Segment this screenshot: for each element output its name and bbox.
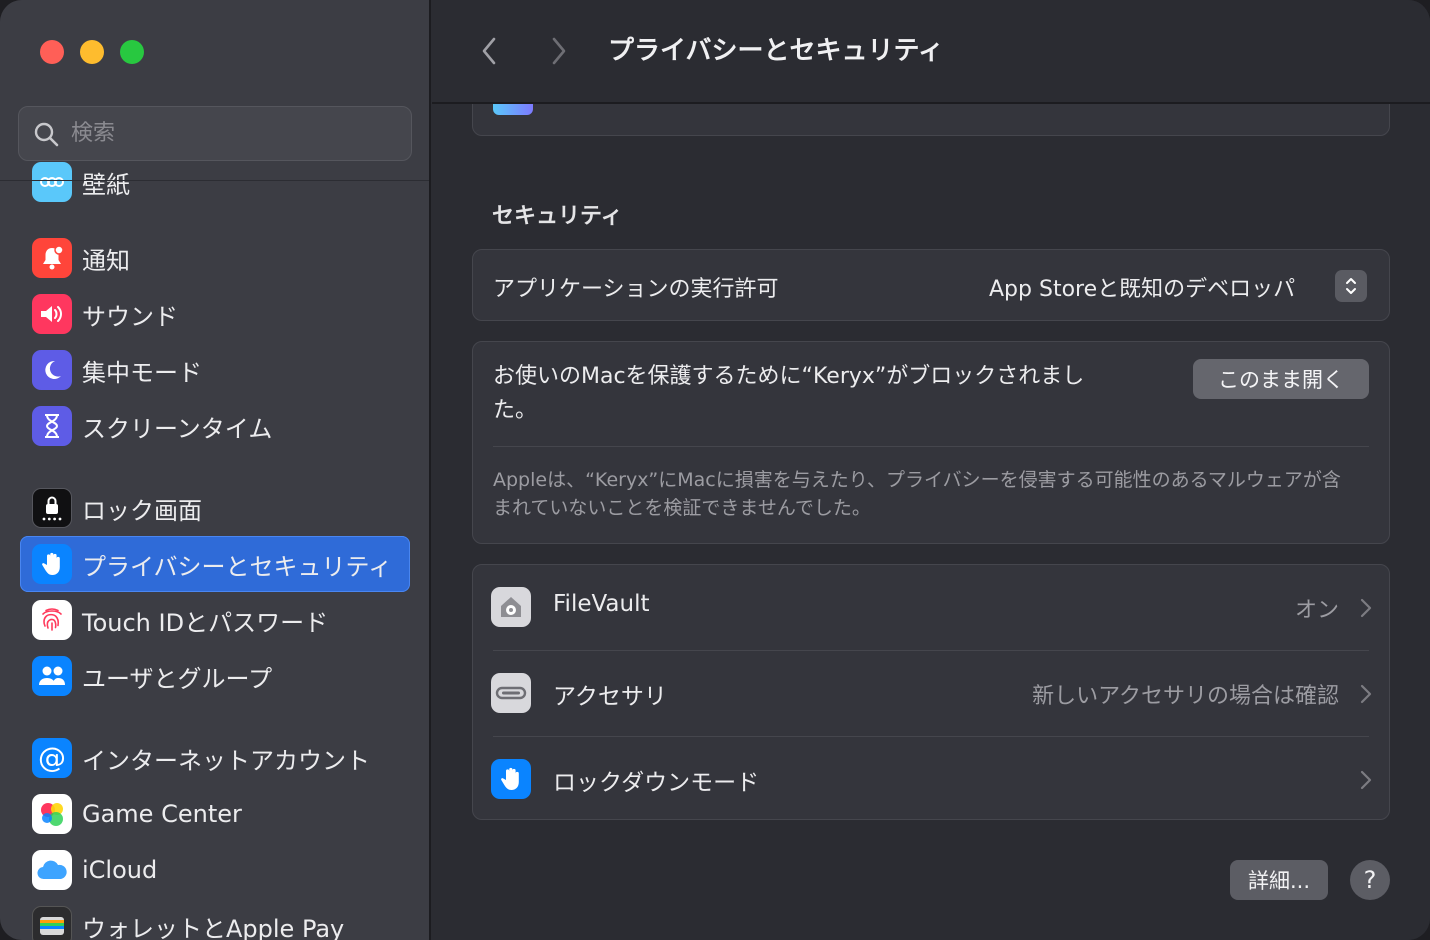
search-icon [34, 122, 59, 146]
sidebar-item-sound[interactable]: サウンド [20, 286, 410, 342]
wallet-icon [32, 906, 72, 940]
sidebar-item-privacy-security[interactable]: プライバシーとセキュリティ [20, 536, 410, 592]
divider [493, 446, 1369, 447]
lockdown-mode-row[interactable]: ロックダウンモード [473, 737, 1389, 819]
at-icon: @ [32, 738, 72, 778]
sidebar-item-wallpaper[interactable]: 壁紙 [20, 154, 410, 210]
sidebar-item-internet-accounts[interactable]: @ インターネットアカウント [20, 730, 410, 786]
sidebar-item-users-groups[interactable]: ユーザとグループ [20, 648, 410, 704]
lock-icon [32, 488, 72, 528]
filevault-label: FileVault [553, 591, 650, 617]
page-title: プライバシーとセキュリティ [608, 36, 944, 66]
forward-button[interactable] [544, 34, 574, 68]
sidebar: 壁紙 通知 サウンド [0, 0, 431, 940]
sidebar-item-lock-screen[interactable]: ロック画面 [20, 480, 410, 536]
sidebar-item-icloud[interactable]: iCloud [20, 842, 410, 898]
details-button[interactable]: 詳細... [1230, 860, 1328, 900]
hourglass-icon [32, 406, 72, 446]
sidebar-item-touch-id[interactable]: Touch IDとパスワード [20, 592, 410, 648]
users-icon [32, 656, 72, 696]
filevault-value: オン [1294, 598, 1339, 623]
sidebar-item-label: ロック画面 [82, 496, 202, 525]
sidebar-item-label: ユーザとグループ [82, 664, 273, 693]
accessory-icon [491, 673, 531, 713]
settings-window: 壁紙 通知 サウンド [0, 0, 1430, 940]
hand-icon [491, 759, 531, 799]
lockdown-mode-label: ロックダウンモード [553, 770, 760, 796]
sidebar-item-notifications[interactable]: 通知 [20, 230, 410, 286]
security-options-card: FileVault オン アクセサリ 新しいアクセサリの場合は確認 ロックダウン… [472, 564, 1390, 820]
sidebar-item-screen-time[interactable]: スクリーンタイム [20, 398, 410, 454]
blocked-note: Appleは、“Keryx”にMacに損害を与えたり、プライバシーを侵害する可能… [493, 469, 1341, 519]
game-center-icon [32, 794, 72, 834]
sidebar-item-game-center[interactable]: Game Center [20, 786, 410, 842]
hand-icon [32, 544, 72, 584]
sidebar-item-label: サウンド [82, 302, 178, 331]
chevron-right-icon [1360, 770, 1372, 790]
sidebar-item-label: プライバシーとセキュリティ [82, 552, 393, 581]
sidebar-item-label: iCloud [82, 856, 158, 884]
blocked-app-card: お使いのMacを保護するために“Keryx”がブロックされました。 このまま開く… [472, 341, 1390, 544]
fingerprint-icon [32, 600, 72, 640]
cloud-icon [32, 850, 72, 890]
sidebar-item-label: ウォレットとApple Pay [82, 914, 345, 940]
sidebar-item-label: 壁紙 [82, 170, 130, 199]
help-button[interactable]: ? [1350, 860, 1390, 900]
bell-icon [32, 238, 72, 278]
chevron-right-icon [1360, 684, 1372, 704]
filevault-row[interactable]: FileVault オン [473, 565, 1389, 651]
minimize-window-button[interactable] [80, 40, 104, 64]
app-execution-card: アプリケーションの実行許可 App Storeと既知のデベロッパ [472, 249, 1390, 321]
blocked-message: お使いのMacを保護するために“Keryx”がブロックされました。 [493, 364, 1085, 423]
sidebar-item-label: インターネットアカウント [82, 746, 370, 775]
search-field[interactable] [18, 106, 412, 161]
accessories-label: アクセサリ [553, 684, 667, 710]
main-pane: プライバシーとセキュリティ セキュリティ アプリケーションの実行許可 App S… [432, 0, 1430, 940]
app-execution-label: アプリケーションの実行許可 [493, 277, 779, 302]
zoom-window-button[interactable] [120, 40, 144, 64]
app-execution-popup-button[interactable] [1335, 270, 1367, 302]
sidebar-item-wallet[interactable]: ウォレットとApple Pay [20, 898, 410, 940]
chevron-right-icon [1360, 598, 1372, 618]
section-title-security: セキュリティ [492, 204, 623, 229]
search-input[interactable] [71, 121, 371, 146]
open-anyway-button[interactable]: このまま開く [1193, 359, 1369, 399]
app-execution-value[interactable]: App Storeと既知のデベロッパ [989, 271, 1295, 303]
accessories-row[interactable]: アクセサリ 新しいアクセサリの場合は確認 [473, 651, 1389, 737]
close-window-button[interactable] [40, 40, 64, 64]
sidebar-item-label: Game Center [82, 800, 242, 828]
back-button[interactable] [474, 34, 504, 68]
chevron-updown-icon [1346, 278, 1356, 294]
sidebar-item-label: Touch IDとパスワード [82, 608, 329, 637]
accessories-value: 新しいアクセサリの場合は確認 [1032, 684, 1339, 709]
wallpaper-icon [32, 162, 72, 202]
sidebar-divider [0, 180, 429, 181]
moon-icon [32, 350, 72, 390]
sidebar-item-label: 通知 [82, 246, 130, 275]
sidebar-item-label: 集中モード [82, 358, 202, 387]
toolbar: プライバシーとセキュリティ [432, 0, 1430, 104]
filevault-icon [491, 587, 531, 627]
sidebar-item-focus[interactable]: 集中モード [20, 342, 410, 398]
sidebar-item-label: スクリーンタイム [82, 414, 273, 443]
chevron-left-icon [482, 37, 496, 65]
window-controls [40, 40, 144, 64]
speaker-icon [32, 294, 72, 334]
chevron-right-icon [552, 37, 566, 65]
